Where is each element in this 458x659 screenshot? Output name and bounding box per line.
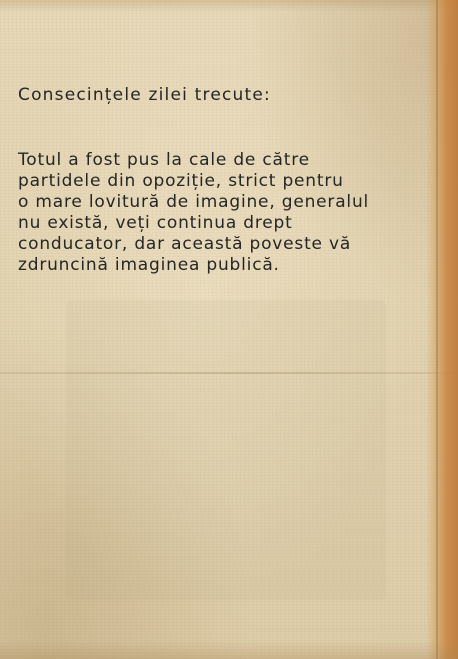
consequences-body-text: Totul a fost pus la cale de către partid… <box>18 150 370 275</box>
paper-fold-line <box>0 372 458 374</box>
aged-paper-sheet: Consecințele zilei trecute: Totul a fost… <box>0 0 458 659</box>
paper-bottom-edge <box>0 641 458 659</box>
paper-stain <box>66 300 386 600</box>
consequences-heading: Consecințele zilei trecute: <box>18 85 271 105</box>
paper-right-edge <box>426 0 458 659</box>
paper-top-edge <box>0 0 458 12</box>
